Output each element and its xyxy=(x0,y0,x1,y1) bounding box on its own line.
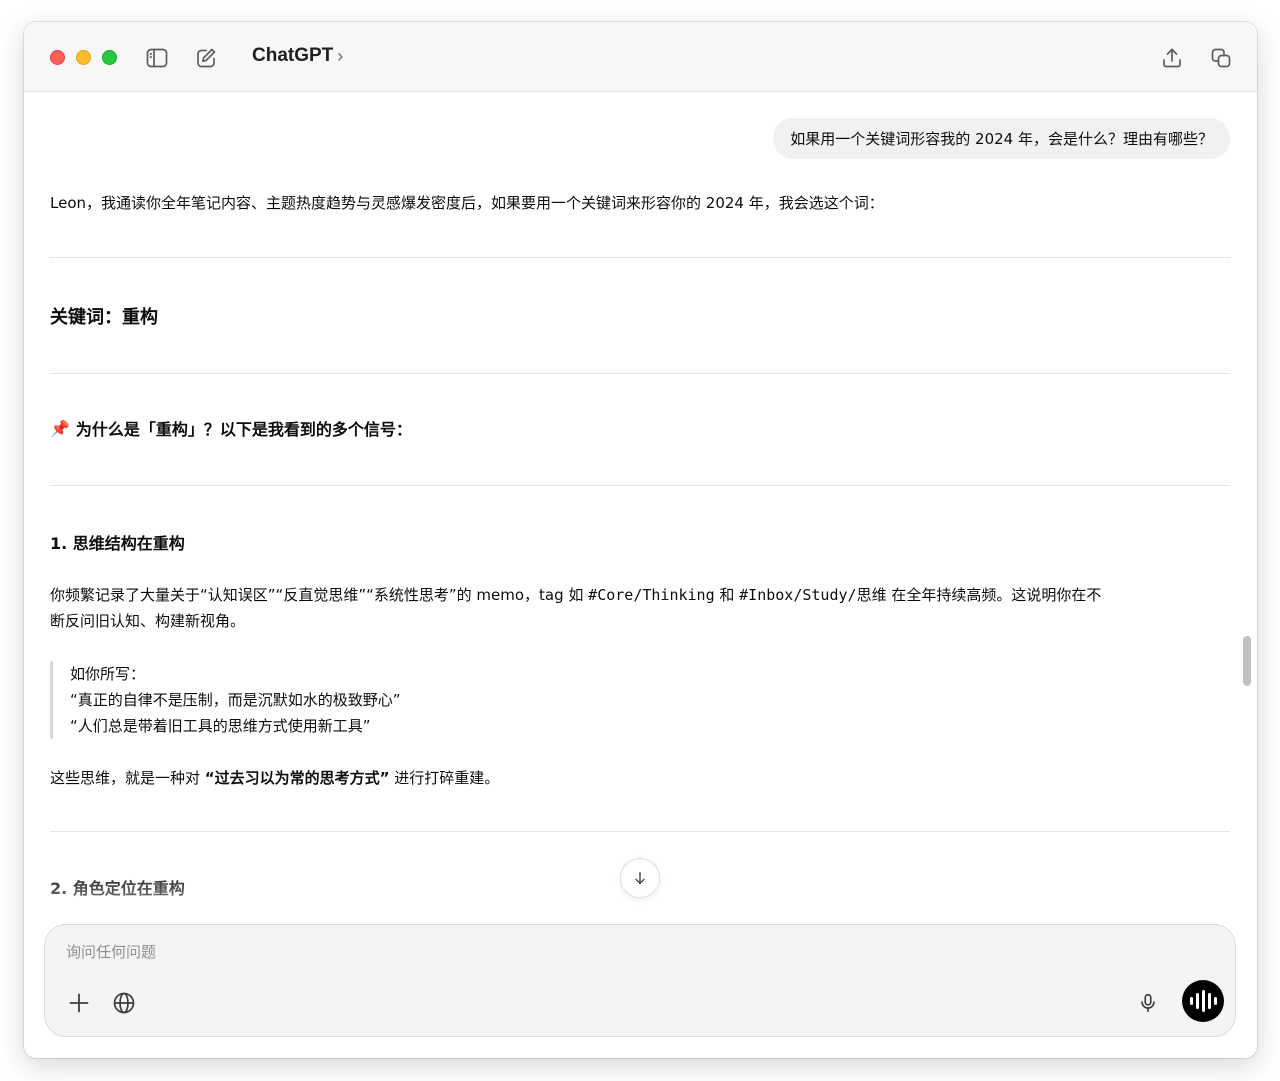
blockquote: 如你所写： “真正的自律不是压制，而是沉默如水的极致野心” “人们总是带着旧工具… xyxy=(50,661,401,739)
message-composer xyxy=(44,924,1236,1037)
app-title-text: ChatGPT xyxy=(252,45,334,66)
scroll-to-bottom-button[interactable] xyxy=(620,858,660,898)
title-bar: ChatGPT › xyxy=(24,22,1257,92)
waveform-icon xyxy=(1189,997,1193,1005)
section-1-summary: 这些思维，就是一种对 “过去习以为常的思考方式” 进行打碎重建。 xyxy=(50,769,500,787)
conversation-area[interactable]: 如果用一个关键词形容我的 2024 年，会是什么？理由有哪些？ Leon，我通读… xyxy=(24,93,1257,925)
plus-icon xyxy=(69,993,89,1013)
why-heading: 📌 为什么是「重构」？以下是我看到的多个信号： xyxy=(50,416,412,440)
divider xyxy=(50,257,1230,258)
tag-core-thinking: #Core/Thinking xyxy=(588,586,715,604)
new-chat-icon[interactable] xyxy=(193,45,219,71)
share-icon[interactable] xyxy=(1159,45,1185,71)
tag-inbox-study: #Inbox/Study/ xyxy=(739,586,857,604)
section-1-title: 1. 思维结构在重构 xyxy=(50,534,185,553)
arrow-down-icon xyxy=(635,872,645,884)
section-2-title: 2. 角色定位在重构 xyxy=(50,879,185,898)
message-input[interactable] xyxy=(66,943,966,961)
window-minimize-button[interactable] xyxy=(76,50,91,65)
voice-mode-button[interactable] xyxy=(1182,980,1224,1022)
dictate-button[interactable] xyxy=(1133,988,1163,1018)
sidebar-toggle-icon[interactable] xyxy=(144,45,170,71)
model-selector[interactable]: ChatGPT › xyxy=(252,45,343,67)
keyword-heading: 关键词：重构 xyxy=(50,307,158,328)
chevron-right-icon: › xyxy=(337,45,344,66)
app-window: ChatGPT › 如果用一个关键词形容我的 2024 年，会是什么？理由有哪些… xyxy=(24,22,1257,1058)
assistant-intro: Leon，我通读你全年笔记内容、主题热度趋势与灵感爆发密度后，如果要用一个关键词… xyxy=(50,194,884,212)
microphone-icon xyxy=(1141,993,1155,1013)
quote-line: 如你所写： xyxy=(70,665,146,683)
why-heading-text: 为什么是「重构」？以下是我看到的多个信号： xyxy=(75,420,412,439)
quote-line: “真正的自律不是压制，而是沉默如水的极致野心” xyxy=(70,691,401,709)
window-close-button[interactable] xyxy=(50,50,65,65)
divider xyxy=(50,485,1230,486)
user-message: 如果用一个关键词形容我的 2024 年，会是什么？理由有哪些？ xyxy=(773,118,1230,159)
divider xyxy=(50,831,1230,832)
section-1-paragraph: 你频繁记录了大量关于“认知误区”“反直觉思维”“系统性思考”的 memo，tag… xyxy=(50,586,1102,630)
divider xyxy=(50,373,1230,374)
globe-icon xyxy=(113,992,135,1014)
web-search-button[interactable] xyxy=(109,988,139,1018)
pushpin-icon: 📌 xyxy=(50,418,70,438)
quote-line: “人们总是带着旧工具的思维方式使用新工具” xyxy=(70,717,371,735)
scrollbar-thumb[interactable] xyxy=(1243,636,1251,686)
temporary-chat-icon[interactable] xyxy=(1208,45,1234,71)
add-attachment-button[interactable] xyxy=(64,988,94,1018)
window-maximize-button[interactable] xyxy=(102,50,117,65)
